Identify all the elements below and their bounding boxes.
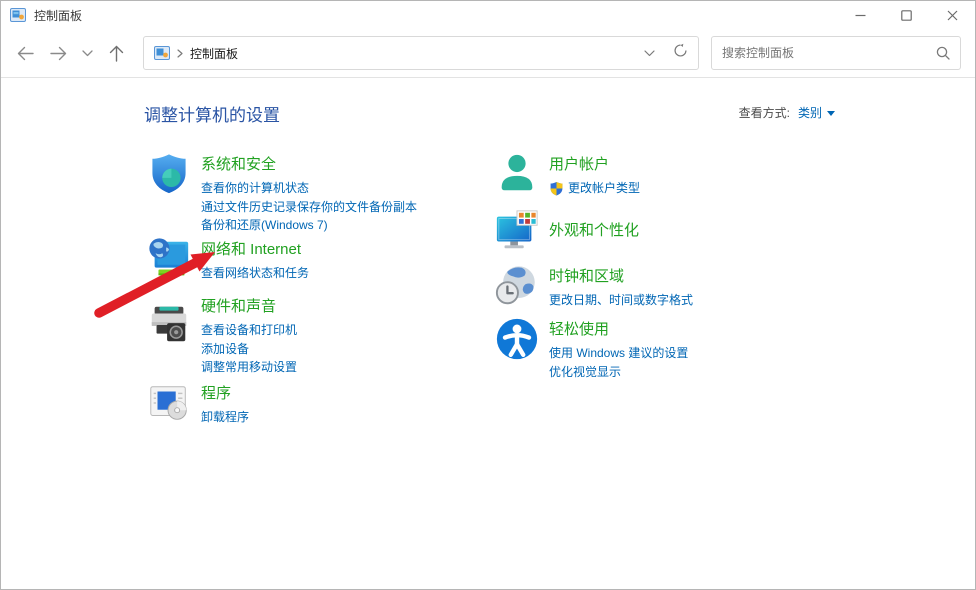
link-uninstall-program[interactable]: 卸载程序 — [201, 408, 249, 427]
breadcrumb-control-panel-icon — [154, 45, 170, 61]
printer-icon[interactable] — [146, 302, 192, 348]
link-change-date-time-format[interactable]: 更改日期、时间或数字格式 — [549, 291, 693, 310]
category-system-security: 系统和安全 查看你的计算机状态 通过文件历史记录保存你的文件备份副本 备份和还原… — [146, 151, 417, 235]
maximize-button[interactable] — [883, 1, 929, 29]
search-icon[interactable] — [936, 46, 950, 60]
breadcrumb-chevron-icon — [177, 49, 183, 58]
window-controls — [837, 1, 975, 29]
network-globe-monitor-icon[interactable] — [146, 236, 192, 282]
address-dropdown-icon — [644, 50, 655, 57]
search-box — [711, 36, 961, 70]
refresh-button[interactable] — [673, 43, 688, 63]
globe-clock-icon[interactable] — [494, 263, 540, 309]
maximize-icon — [901, 10, 912, 21]
link-view-network-status[interactable]: 查看网络状态和任务 — [201, 264, 309, 283]
link-check-computer-status[interactable]: 查看你的计算机状态 — [201, 179, 417, 198]
view-by-value[interactable]: 类别 — [798, 106, 822, 120]
forward-icon — [50, 46, 67, 61]
accessibility-person-icon[interactable] — [494, 316, 540, 362]
up-button[interactable] — [102, 39, 130, 67]
view-by-label: 查看方式: — [739, 106, 790, 120]
program-window-disc-icon[interactable] — [146, 380, 192, 426]
link-backup-restore-windows7[interactable]: 备份和还原(Windows 7) — [201, 216, 417, 235]
link-file-history-backup[interactable]: 通过文件历史记录保存你的文件备份副本 — [201, 198, 417, 217]
address-dropdown-button[interactable] — [644, 44, 655, 62]
search-input[interactable] — [722, 46, 936, 60]
link-optimize-visual-display[interactable]: 优化视觉显示 — [549, 363, 688, 382]
link-windows-suggested-settings[interactable]: 使用 Windows 建议的设置 — [549, 344, 688, 363]
category-appearance-personalization: 外观和个性化 — [494, 208, 639, 254]
up-icon — [109, 45, 124, 62]
navigation-bar: 控制面板 — [1, 29, 975, 78]
address-bar[interactable]: 控制面板 — [143, 36, 699, 70]
minimize-icon — [855, 10, 866, 21]
user-silhouette-icon[interactable] — [494, 151, 540, 197]
page-title: 调整计算机的设置 — [144, 101, 280, 126]
monitor-color-tiles-icon[interactable] — [494, 208, 540, 254]
category-hardware-sound: 硬件和声音 查看设备和打印机 添加设备 调整常用移动设置 — [146, 293, 297, 377]
control-panel-window: 控制面板 — [0, 0, 976, 590]
category-title-clock-region[interactable]: 时钟和区域 — [549, 265, 693, 286]
forward-button[interactable] — [44, 39, 72, 67]
category-programs: 程序 卸载程序 — [146, 380, 249, 427]
chevron-down-icon — [82, 50, 93, 57]
control-panel-app-icon — [10, 7, 26, 23]
back-button[interactable] — [11, 39, 39, 67]
content-area: 调整计算机的设置 查看方式: 类别 系统和安全 查看你的计算机状态 通过文件历史记… — [1, 78, 975, 590]
link-adjust-mobility-settings[interactable]: 调整常用移动设置 — [201, 358, 297, 377]
category-title-appearance[interactable]: 外观和个性化 — [549, 219, 639, 240]
link-change-account-type[interactable]: 更改帐户类型 — [549, 179, 640, 198]
category-title-programs[interactable]: 程序 — [201, 382, 249, 403]
close-icon — [947, 10, 958, 21]
back-icon — [17, 46, 34, 61]
link-add-device[interactable]: 添加设备 — [201, 340, 297, 359]
category-user-accounts: 用户帐户 更改帐户类型 — [494, 151, 640, 198]
close-button[interactable] — [929, 1, 975, 29]
uac-shield-icon — [549, 181, 564, 196]
view-by-control: 查看方式: 类别 — [739, 104, 835, 121]
category-network-internet: 网络和 Internet 查看网络状态和任务 — [146, 236, 309, 283]
category-ease-of-access: 轻松使用 使用 Windows 建议的设置 优化视觉显示 — [494, 316, 688, 381]
category-title-user-accounts[interactable]: 用户帐户 — [549, 153, 640, 174]
category-title-network-internet[interactable]: 网络和 Internet — [201, 238, 309, 259]
recent-pages-button[interactable] — [77, 39, 97, 67]
system-security-shield-icon[interactable] — [146, 151, 192, 197]
link-view-devices-printers[interactable]: 查看设备和打印机 — [201, 321, 297, 340]
category-title-hardware-sound[interactable]: 硬件和声音 — [201, 295, 297, 316]
category-clock-region: 时钟和区域 更改日期、时间或数字格式 — [494, 263, 693, 310]
titlebar: 控制面板 — [1, 1, 975, 29]
refresh-icon — [673, 43, 688, 58]
category-title-ease-of-access[interactable]: 轻松使用 — [549, 318, 688, 339]
link-change-account-type-label: 更改帐户类型 — [568, 179, 640, 198]
category-title-system-security[interactable]: 系统和安全 — [201, 153, 417, 174]
minimize-button[interactable] — [837, 1, 883, 29]
breadcrumb-root[interactable]: 控制面板 — [190, 45, 238, 62]
window-title: 控制面板 — [34, 7, 82, 24]
view-by-caret-icon[interactable] — [827, 111, 835, 116]
